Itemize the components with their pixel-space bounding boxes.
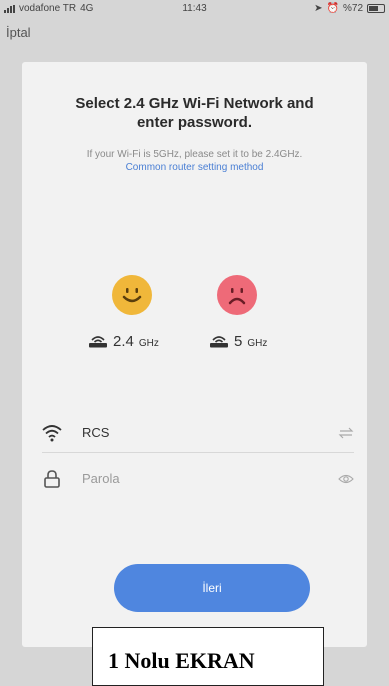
lock-icon: [44, 470, 60, 488]
happy-face-icon: [112, 275, 152, 315]
band-value: 5: [234, 333, 243, 350]
status-bar: vodafone TR 4G 11:43 ➤ ⏰ %72: [0, 0, 389, 18]
ssid-field[interactable]: RCS: [42, 414, 354, 453]
page-title: Select 2.4 GHz Wi-Fi Network and enter p…: [75, 95, 314, 131]
band-unit: GHz: [138, 338, 159, 349]
location-icon: ➤: [314, 3, 323, 14]
ssid-value: RCS: [82, 425, 110, 440]
subtitle: If your Wi-Fi is 5GHz, please set it to …: [86, 149, 303, 160]
cancel-button[interactable]: İptal: [6, 25, 31, 40]
next-button[interactable]: İleri: [114, 564, 310, 612]
switch-network-icon[interactable]: [338, 426, 354, 440]
status-right: ➤ ⏰ %72: [314, 3, 385, 14]
battery-icon: [367, 4, 385, 13]
alarm-icon: ⏰: [326, 3, 339, 14]
band-5ghz: 5 GHz: [209, 332, 267, 350]
wifi-icon: [42, 425, 62, 442]
battery-percent: %72: [342, 3, 363, 14]
eye-icon[interactable]: [338, 472, 354, 486]
wifi-setup-card: Select 2.4 GHz Wi-Fi Network and enter p…: [22, 62, 367, 647]
password-field[interactable]: Parola: [42, 460, 354, 498]
router-settings-link[interactable]: Common router setting method: [22, 162, 367, 173]
router-icon: [210, 336, 228, 348]
band-unit: GHz: [247, 338, 268, 349]
screen-label: 1 Nolu EKRAN: [92, 627, 324, 686]
password-placeholder: Parola: [82, 471, 120, 486]
sad-face-icon: [217, 275, 257, 315]
band-2-4ghz: 2.4 GHz: [88, 332, 159, 350]
router-icon: [89, 336, 107, 348]
band-value: 2.4: [113, 333, 134, 350]
